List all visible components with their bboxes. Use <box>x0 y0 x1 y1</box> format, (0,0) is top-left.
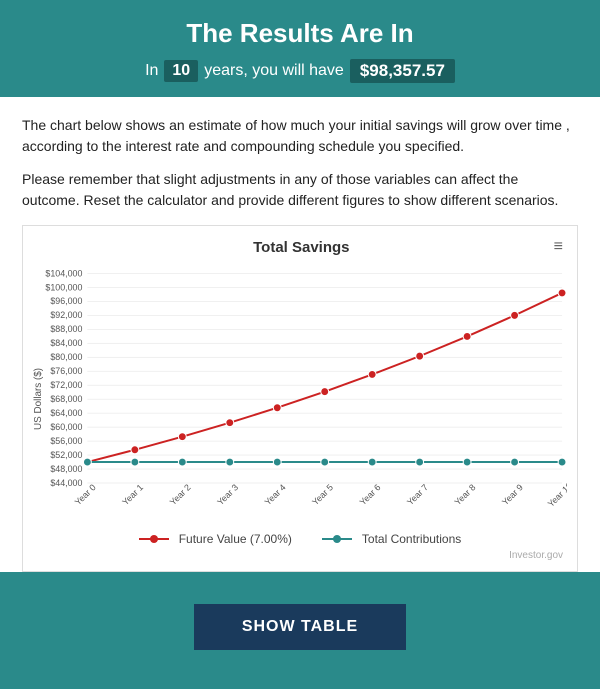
show-table-button[interactable]: SHOW TABLE <box>194 604 406 650</box>
chart-container: Total Savings ≡ US Dollars ($) <box>22 225 578 572</box>
svg-text:$72,000: $72,000 <box>50 380 82 390</box>
subtitle-mid: years, you will have <box>204 62 344 80</box>
svg-text:$60,000: $60,000 <box>50 422 82 432</box>
svg-text:Year 9: Year 9 <box>500 482 525 507</box>
svg-text:Year 7: Year 7 <box>405 482 430 507</box>
chart-legend: Future Value (7.00%) Total Contributions <box>33 532 567 546</box>
svg-text:$48,000: $48,000 <box>50 464 82 474</box>
svg-text:Year 3: Year 3 <box>215 482 240 507</box>
chart-title: Total Savings <box>53 239 550 256</box>
legend-future-value-label: Future Value (7.00%) <box>179 532 292 546</box>
chart-menu-icon[interactable]: ≡ <box>550 236 567 258</box>
legend-future-value: Future Value (7.00%) <box>139 532 292 546</box>
footer: SHOW TABLE <box>0 586 600 674</box>
svg-text:$88,000: $88,000 <box>50 324 82 334</box>
y-axis-label: US Dollars ($) <box>33 368 44 430</box>
svg-text:Year 5: Year 5 <box>310 482 335 507</box>
svg-text:$52,000: $52,000 <box>50 450 82 460</box>
svg-text:Year 2: Year 2 <box>168 482 193 507</box>
svg-text:$56,000: $56,000 <box>50 436 82 446</box>
chart-area: US Dollars ($) <box>33 264 567 524</box>
description: The chart below shows an estimate of how… <box>22 115 578 211</box>
svg-text:Year 10: Year 10 <box>546 480 567 509</box>
amount-highlight: $98,357.57 <box>350 59 455 83</box>
description-para1: The chart below shows an estimate of how… <box>22 115 578 157</box>
svg-text:$68,000: $68,000 <box>50 394 82 404</box>
svg-text:$96,000: $96,000 <box>50 296 82 306</box>
chart-svg: US Dollars ($) <box>33 264 567 524</box>
subtitle-row: In 10 years, you will have $98,357.57 <box>20 59 580 83</box>
svg-text:$44,000: $44,000 <box>50 478 82 488</box>
svg-text:$100,000: $100,000 <box>45 282 82 292</box>
svg-text:$92,000: $92,000 <box>50 310 82 320</box>
svg-text:Year 4: Year 4 <box>263 482 288 507</box>
years-highlight: 10 <box>164 60 198 82</box>
chart-header: Total Savings ≡ <box>33 236 567 258</box>
investor-credit: Investor.gov <box>33 550 567 565</box>
svg-text:$76,000: $76,000 <box>50 366 82 376</box>
description-para2: Please remember that slight adjustments … <box>22 169 578 211</box>
legend-contributions: Total Contributions <box>322 532 461 546</box>
main-content: The chart below shows an estimate of how… <box>0 97 600 572</box>
header: The Results Are In In 10 years, you will… <box>0 0 600 97</box>
svg-text:$104,000: $104,000 <box>45 268 82 278</box>
svg-text:Year 8: Year 8 <box>453 482 478 507</box>
svg-text:Year 1: Year 1 <box>120 482 145 507</box>
svg-text:$84,000: $84,000 <box>50 338 82 348</box>
legend-contributions-label: Total Contributions <box>362 532 461 546</box>
svg-text:Year 6: Year 6 <box>358 482 383 507</box>
svg-text:$80,000: $80,000 <box>50 352 82 362</box>
svg-text:$64,000: $64,000 <box>50 408 82 418</box>
page-title: The Results Are In <box>20 18 580 49</box>
subtitle-pre: In <box>145 62 158 80</box>
